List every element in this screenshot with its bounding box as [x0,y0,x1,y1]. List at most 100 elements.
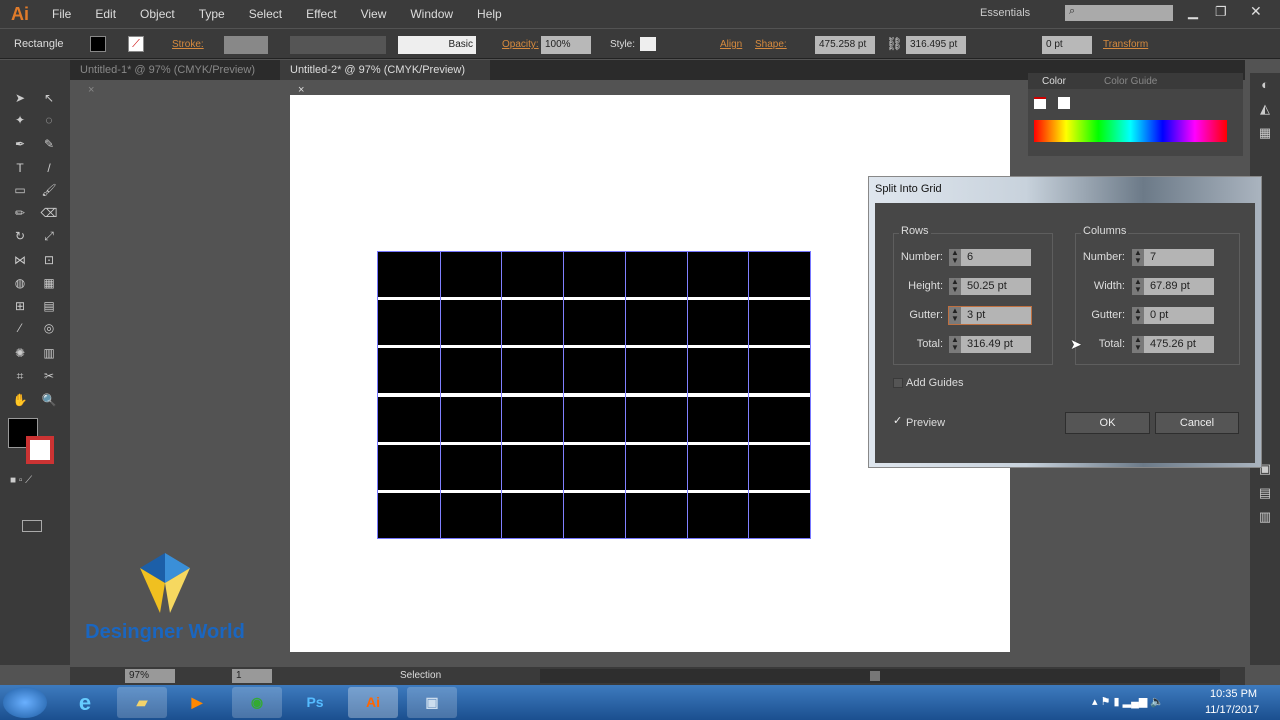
ie-icon[interactable]: e [60,687,110,718]
start-button[interactable] [3,687,47,718]
symbol-sprayer-icon[interactable]: ✺ [11,345,29,361]
direct-selection-tool-icon[interactable]: ↖ [40,90,58,106]
tab-color-guide[interactable]: Color Guide [1104,76,1157,87]
taskbar-window[interactable]: ▣ [407,687,457,718]
screen-mode-icon[interactable] [22,520,42,532]
columns-total-input[interactable]: ▲ ▼ 475.26 pt [1132,336,1214,353]
color-spectrum[interactable] [1034,120,1227,142]
clock-date[interactable]: 11/17/2017 [1205,704,1259,716]
width-input[interactable]: 475.258 pt [815,36,875,54]
rotate-icon[interactable]: ↻ [11,228,29,244]
variable-width[interactable] [290,36,386,54]
menu-effect[interactable]: Effect [294,7,348,21]
style-swatch[interactable] [640,37,656,51]
artboard-number[interactable]: 1 [232,669,272,683]
clock-time[interactable]: 10:35 PM [1210,688,1257,700]
taskbar-illustrator[interactable]: Ai [348,687,398,718]
color-mode-icons[interactable]: ■ ▫ ⟋ [10,475,58,487]
horizontal-scrollbar[interactable] [540,669,1220,683]
split-grid-preview[interactable] [377,251,811,539]
menu-select[interactable]: Select [237,7,294,21]
stroke-label[interactable]: Stroke: [172,39,204,50]
brush-select[interactable]: Basic [398,36,476,54]
taskbar-photoshop[interactable]: Ps [290,687,340,718]
tab-color[interactable]: Color [1042,76,1066,87]
stroke-weight[interactable] [224,36,268,54]
stroke-color[interactable] [26,436,54,464]
rows-number-input[interactable]: ▲ ▼ 6 [949,249,1031,266]
mesh-icon[interactable]: ⊞ [11,298,29,314]
columns-width-input[interactable]: ▲ ▼ 67.89 pt [1132,278,1214,295]
height-input[interactable]: 316.495 pt [906,36,966,54]
rows-total-input[interactable]: ▲ ▼ 316.49 pt [949,336,1031,353]
selection-tool-icon[interactable]: ➤ [11,90,29,106]
magic-wand-icon[interactable]: ✦ [11,112,29,128]
search-input[interactable]: ⌕ [1065,5,1173,21]
add-guides-checkbox[interactable] [893,378,903,388]
link-icon[interactable]: ⛓ [886,36,903,52]
scale-icon[interactable]: ⤢ [40,228,58,244]
shape-label[interactable]: Shape: [755,39,787,50]
eyedropper-icon[interactable]: ⁄ [11,320,29,336]
spinner-icon[interactable]: ▲ ▼ [949,249,961,266]
opacity-label[interactable]: Opacity: [502,39,539,50]
columns-number-input[interactable]: ▲ ▼ 7 [1132,249,1214,266]
taskbar-media-player[interactable]: ▶ [172,687,222,718]
tab-untitled-1[interactable]: Untitled-1* @ 97% (CMYK/Preview) × [70,60,280,96]
line-tool-icon[interactable]: / [40,160,58,176]
spinner-icon[interactable]: ▲ ▼ [949,278,961,295]
gradient-icon[interactable]: ▤ [40,298,58,314]
grid-row[interactable] [378,396,810,442]
tab-untitled-2[interactable]: Untitled-2* @ 97% (CMYK/Preview) × [280,60,490,96]
zoom-tool-icon[interactable]: 🔍 [40,392,58,408]
type-tool-icon[interactable]: T [11,160,29,176]
restore-button[interactable]: ❐ [1215,4,1227,20]
ok-button[interactable]: OK [1065,412,1150,434]
zoom-select[interactable]: 97% [125,669,175,683]
artboard-tool-icon[interactable]: ⌗ [11,368,29,384]
opacity-input[interactable]: 100% [541,36,591,54]
menu-help[interactable]: Help [465,7,514,21]
paintbrush-icon[interactable]: 🖌 [40,182,58,198]
taskbar-chrome[interactable]: ◉ [232,687,282,718]
align-label[interactable]: Align [720,39,742,50]
close-icon[interactable]: × [88,84,94,96]
perspective-icon[interactable]: ▦ [40,275,58,291]
spinner-icon[interactable]: ▲ ▼ [949,336,961,353]
blend-icon[interactable]: ◎ [40,320,58,336]
grid-row[interactable] [378,492,810,538]
free-transform-icon[interactable]: ⊡ [40,252,58,268]
preview-checkbox[interactable]: ✓ [893,416,903,427]
menu-file[interactable]: File [40,7,83,21]
spinner-icon[interactable]: ▲ ▼ [1132,249,1144,266]
taskbar-explorer[interactable]: ▰ [117,687,167,718]
spinner-icon[interactable]: ▲ ▼ [1132,336,1144,353]
rows-gutter-input[interactable]: ▲ ▼ 3 pt [948,306,1032,325]
pen-tool-icon[interactable]: ✒ [11,136,29,152]
rectangle-tool-icon[interactable]: ▭ [11,182,29,198]
spinner-icon[interactable]: ▲ ▼ [1132,307,1144,324]
fill-swatch[interactable] [90,36,106,52]
menu-window[interactable]: Window [398,7,465,21]
stroke-swatch[interactable]: ⟋ [128,36,144,52]
corner-input[interactable]: 0 pt [1042,36,1092,54]
cancel-button[interactable]: Cancel [1155,412,1239,434]
white-swatch[interactable] [1058,97,1070,109]
menu-edit[interactable]: Edit [83,7,128,21]
eraser-icon[interactable]: ⌫ [40,205,58,221]
grid-row[interactable] [378,252,810,298]
graph-icon[interactable]: ▥ [40,345,58,361]
grid-row[interactable] [378,444,810,490]
tray-icons[interactable]: ▴ ⚑ ▮ ▂▄▆ 🔈 [1092,695,1164,708]
curvature-icon[interactable]: ✎ [40,136,58,152]
grid-row[interactable] [378,300,810,346]
pencil-icon[interactable]: ✏ [11,205,29,221]
shape-builder-icon[interactable]: ◍ [11,275,29,291]
transform-label[interactable]: Transform [1103,39,1148,50]
close-button[interactable]: ✕ [1250,3,1262,20]
none-swatch[interactable] [1034,97,1046,109]
slice-icon[interactable]: ✂ [40,368,58,384]
minimize-button[interactable]: ▁ [1188,4,1198,20]
spinner-icon[interactable]: ▲ ▼ [1132,278,1144,295]
spinner-icon[interactable]: ▲ ▼ [949,307,961,324]
